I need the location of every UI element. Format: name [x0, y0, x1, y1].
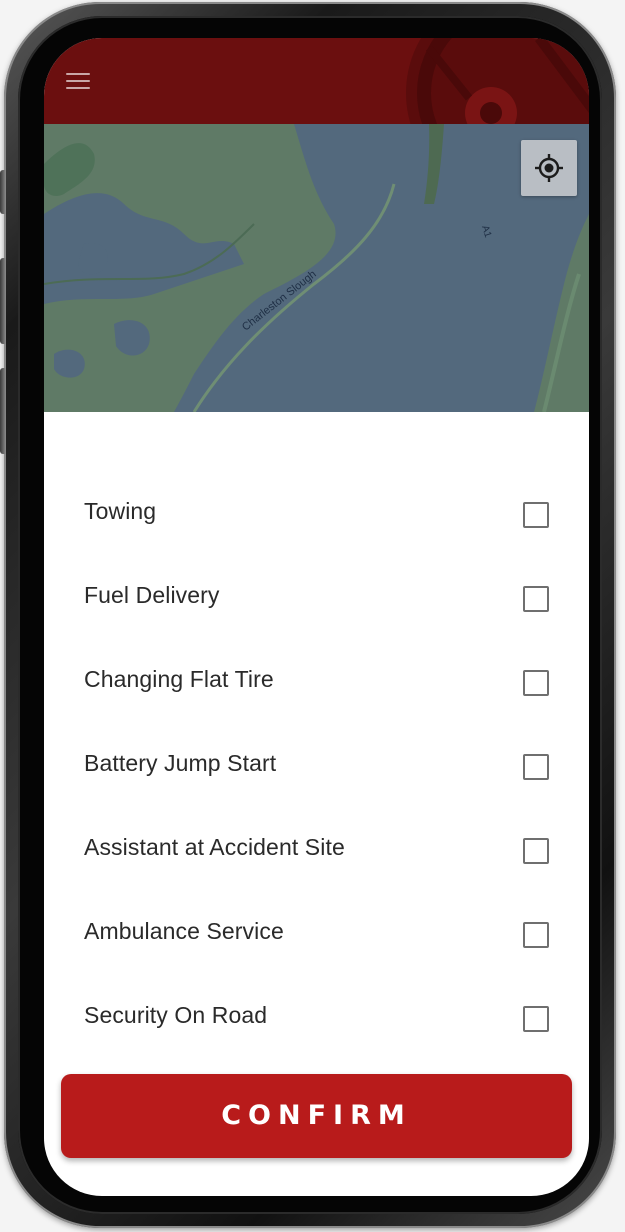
service-label: Fuel Delivery: [84, 582, 220, 608]
steering-wheel-icon: [406, 38, 589, 124]
app-screen: Charleston Slough A1 Towing Fuel Deliver…: [44, 38, 589, 1196]
service-item-jump-start[interactable]: Battery Jump Start: [44, 724, 589, 808]
service-checkbox[interactable]: [523, 754, 549, 780]
my-location-icon: [535, 154, 563, 182]
service-label: Battery Jump Start: [84, 750, 277, 776]
my-location-button[interactable]: [521, 140, 577, 196]
hamburger-menu-icon[interactable]: [64, 68, 94, 94]
volume-down-button: [0, 368, 6, 454]
service-label: Ambulance Service: [84, 918, 284, 944]
service-item-ambulance[interactable]: Ambulance Service: [44, 892, 589, 976]
service-checkbox[interactable]: [523, 838, 549, 864]
volume-up-button: [0, 258, 6, 344]
service-item-flat-tire[interactable]: Changing Flat Tire: [44, 640, 589, 724]
map-terrain: [44, 124, 589, 412]
service-item-towing[interactable]: Towing: [44, 472, 589, 556]
service-label: Assistant at Accident Site: [84, 834, 345, 860]
service-label: Towing: [84, 498, 157, 524]
service-checkbox[interactable]: [523, 1006, 549, 1032]
map-view[interactable]: Charleston Slough A1: [44, 124, 589, 412]
service-checkbox[interactable]: [523, 670, 549, 696]
service-list: Towing Fuel Delivery Changing Flat Tire …: [44, 472, 589, 1060]
service-checkbox[interactable]: [523, 922, 549, 948]
service-checkbox[interactable]: [523, 586, 549, 612]
service-label: Security On Road: [84, 1002, 268, 1028]
service-label: Changing Flat Tire: [84, 666, 274, 692]
mute-switch: [0, 170, 6, 214]
app-header: [44, 38, 589, 124]
service-item-road-security[interactable]: Security On Road: [44, 976, 589, 1060]
service-item-fuel-delivery[interactable]: Fuel Delivery: [44, 556, 589, 640]
confirm-button[interactable]: CONFIRM: [61, 1074, 572, 1158]
service-checkbox[interactable]: [523, 502, 549, 528]
service-item-accident-assist[interactable]: Assistant at Accident Site: [44, 808, 589, 892]
device-mockup: Charleston Slough A1 Towing Fuel Deliver…: [0, 0, 625, 1232]
